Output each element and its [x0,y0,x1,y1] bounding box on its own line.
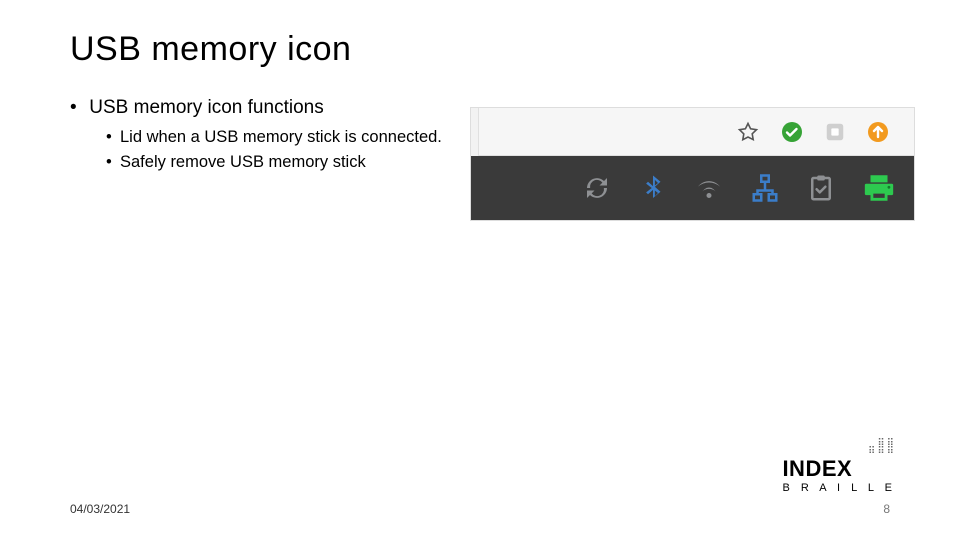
footer: 04/03/2021 8 [70,502,890,516]
clipboard-check-icon[interactable] [806,173,836,203]
footer-page-number: 8 [883,502,890,516]
logo: ⠿⠿⠿⠿⠿ INDEX B R A I L L E [782,440,896,494]
logo-dots: ⠿⠿⠿⠿⠿ [782,440,896,456]
check-circle-icon[interactable] [780,120,804,144]
bullet-lvl2-item: Safely remove USB memory stick [106,152,450,173]
logo-line2: B R A I L L E [782,482,896,494]
bullet-lvl1-item: USB memory icon functions Lid when a USB… [70,97,450,172]
printer-icon[interactable] [862,171,896,205]
bullet-list-level2: Lid when a USB memory stick is connected… [70,127,450,172]
slide-title: USB memory icon [70,30,890,69]
browser-toolbar [471,108,914,156]
stop-square-icon[interactable] [824,121,846,143]
text-column: USB memory icon functions Lid when a USB… [70,97,450,221]
star-icon[interactable] [736,120,760,144]
bullet-lvl2-text: Safely remove USB memory stick [120,153,366,171]
screenshot-region [470,107,915,221]
bullet-lvl2-text: Lid when a USB memory stick is connected… [120,128,442,146]
system-tray [471,156,914,220]
network-icon[interactable] [750,173,780,203]
image-column [450,97,915,221]
footer-date: 04/03/2021 [70,502,130,516]
bullet-lvl1-text: USB memory icon functions [89,97,323,118]
sync-icon[interactable] [582,173,612,203]
tab-edge [471,108,479,156]
bullet-lvl2-item: Lid when a USB memory stick is connected… [106,127,450,148]
bullet-list-level1: USB memory icon functions Lid when a USB… [70,97,450,172]
logo-line1: INDEX [782,456,896,482]
slide: USB memory icon USB memory icon function… [0,0,960,540]
content-row: USB memory icon functions Lid when a USB… [70,97,890,221]
bluetooth-icon[interactable] [638,173,668,203]
update-arrow-icon[interactable] [866,120,890,144]
wifi-icon[interactable] [694,173,724,203]
